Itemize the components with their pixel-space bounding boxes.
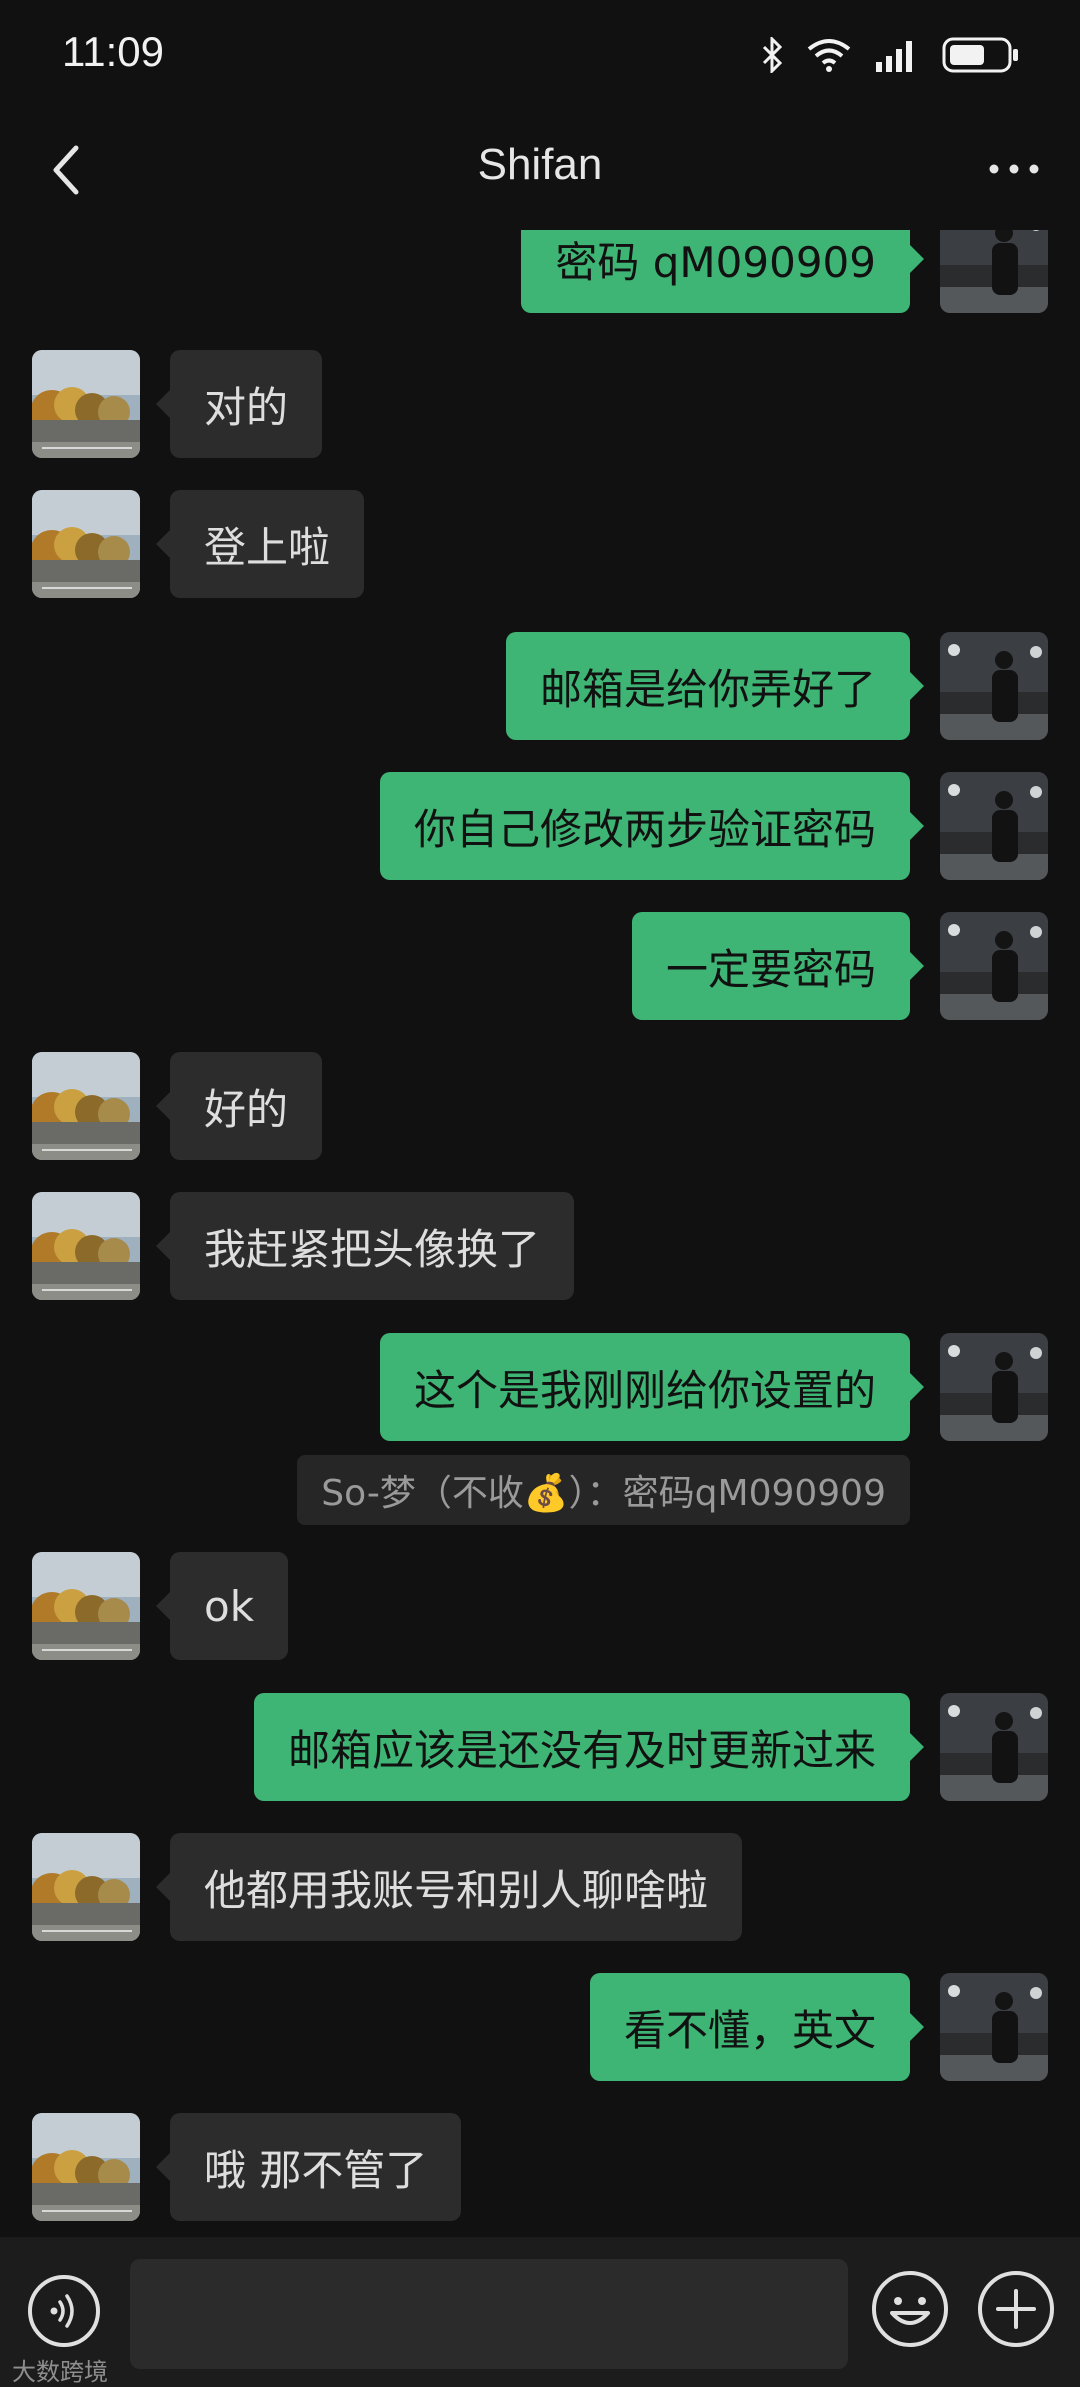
avatar[interactable] — [32, 1552, 140, 1660]
avatar[interactable] — [940, 1693, 1048, 1801]
message-bubble[interactable]: 密码 qM090909 — [521, 230, 924, 313]
message-row: 邮箱应该是还没有及时更新过来 — [0, 1693, 1080, 1801]
message-bubble[interactable]: 看不懂，英文 — [589, 1973, 925, 2081]
more-icon[interactable] — [982, 144, 1046, 194]
watermark: 大数跨境 — [12, 2358, 108, 2386]
voice-icon[interactable] — [26, 2273, 102, 2349]
message-bubble[interactable]: 你自己修改两步验证密码 — [379, 772, 925, 880]
status-bar: 11:09 — [0, 0, 1080, 110]
message-row: 他都用我账号和别人聊啥啦 — [0, 1833, 1080, 1941]
message-row: 好的 — [0, 1052, 1080, 1160]
status-time: 11:09 — [62, 28, 164, 75]
avatar[interactable] — [32, 1833, 140, 1941]
message-row: 邮箱是给你弄好了 — [0, 632, 1080, 740]
message-row: 一定要密码 — [0, 912, 1080, 1020]
message-bubble[interactable]: ok — [155, 1552, 289, 1660]
avatar[interactable] — [32, 2113, 140, 2221]
avatar[interactable] — [940, 1333, 1048, 1441]
message-row: 这个是我刚刚给你设置的 — [0, 1333, 1080, 1441]
avatar[interactable] — [940, 1973, 1048, 2081]
message-bubble[interactable]: 邮箱是给你弄好了 — [505, 632, 925, 740]
message-row: 我赶紧把头像换了 — [0, 1192, 1080, 1300]
message-bubble[interactable]: 这个是我刚刚给你设置的 — [379, 1333, 925, 1441]
message-row: 哦 那不管了 — [0, 2113, 1080, 2221]
message-bubble[interactable]: 对的 — [155, 350, 323, 458]
message-bubble[interactable]: 好的 — [155, 1052, 323, 1160]
bluetooth-icon — [762, 37, 783, 73]
message-bubble[interactable]: 哦 那不管了 — [155, 2113, 462, 2221]
avatar[interactable] — [32, 490, 140, 598]
avatar[interactable] — [940, 912, 1048, 1020]
message-row: 登上啦 — [0, 490, 1080, 598]
wifi-icon — [807, 39, 851, 72]
message-list[interactable]: 密码 qM090909 对的 登上啦 邮箱是给你弄好了 你自己修改两步验证密码 … — [0, 230, 1080, 2230]
message-bubble[interactable]: 我赶紧把头像换了 — [155, 1192, 575, 1300]
quoted-message[interactable]: So-梦（不收💰）：密码qM090909 — [297, 1455, 910, 1525]
avatar[interactable] — [940, 632, 1048, 740]
avatar[interactable] — [32, 1192, 140, 1300]
battery-icon — [942, 37, 1018, 73]
signal-icon — [876, 41, 912, 72]
input-bar — [0, 2237, 1080, 2387]
message-bubble[interactable]: 他都用我账号和别人聊啥啦 — [155, 1833, 743, 1941]
avatar[interactable] — [940, 230, 1048, 313]
message-bubble[interactable]: 登上啦 — [155, 490, 365, 598]
message-row: 看不懂，英文 — [0, 1973, 1080, 2081]
avatar[interactable] — [940, 772, 1048, 880]
avatar[interactable] — [32, 1052, 140, 1160]
message-row: 密码 qM090909 — [0, 230, 1080, 313]
message-bubble[interactable]: 邮箱应该是还没有及时更新过来 — [253, 1693, 925, 1801]
avatar[interactable] — [32, 350, 140, 458]
plus-icon[interactable] — [976, 2269, 1056, 2349]
emoji-icon[interactable] — [870, 2269, 950, 2349]
message-bubble[interactable]: 一定要密码 — [631, 912, 925, 1020]
message-row: 对的 — [0, 350, 1080, 458]
chat-header: Shifan — [0, 110, 1080, 230]
chat-title: Shifan — [477, 140, 603, 189]
message-input[interactable] — [130, 2259, 848, 2369]
message-row: ok — [0, 1552, 1080, 1660]
message-row: 你自己修改两步验证密码 — [0, 772, 1080, 880]
status-icons — [760, 30, 1020, 80]
